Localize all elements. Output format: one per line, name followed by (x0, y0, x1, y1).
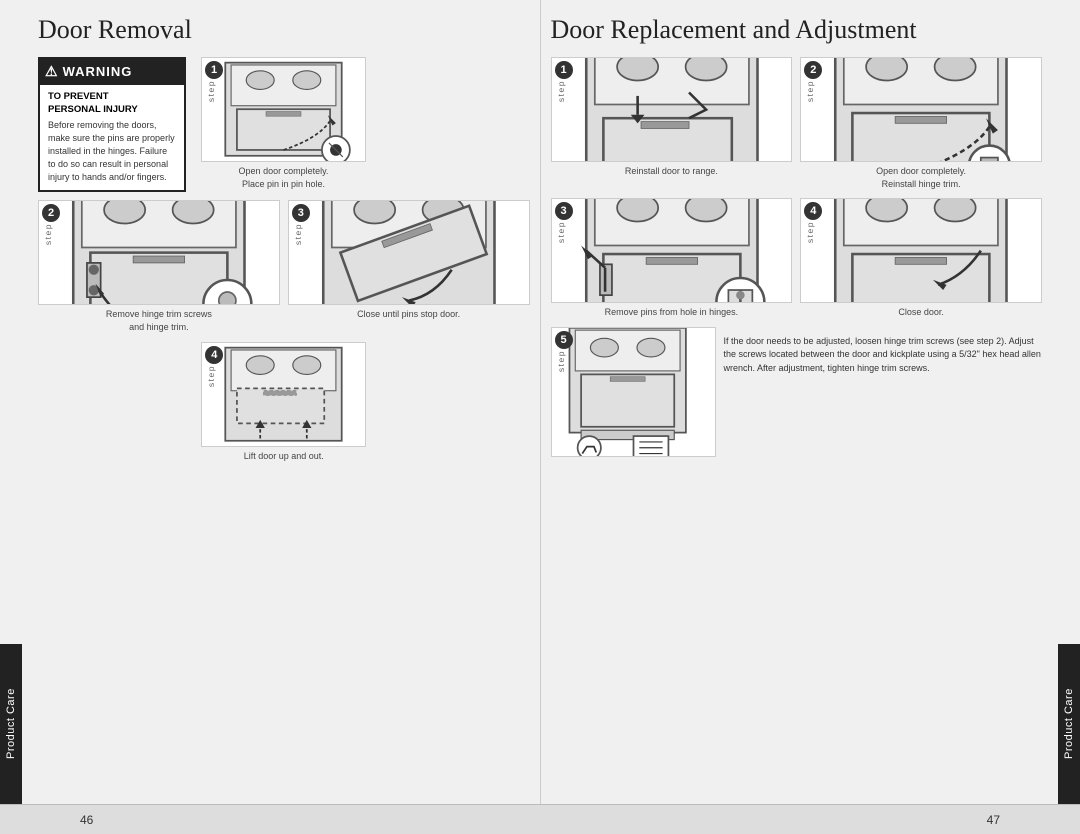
step-1-number: 1 (205, 61, 223, 79)
side-tab-left: Product Care (0, 644, 22, 804)
left-step-4-container: 4 step (38, 342, 530, 463)
r-step-1-illustration (552, 57, 792, 162)
left-step-1: 1 step (201, 57, 366, 192)
left-section: Door Removal ⚠ WARNING TO PREVENTPERSONA… (28, 0, 541, 804)
left-step-1-caption: Open door completely.Place pin in pin ho… (239, 165, 329, 190)
right-step-2-image: 2 step (800, 57, 1042, 162)
right-bottom-row: 5 step (551, 327, 1043, 457)
left-step-2: 2 step (38, 200, 280, 333)
right-step-1: 1 step (551, 57, 793, 190)
page-number-left: 46 (80, 813, 93, 827)
left-step-3-image: 3 step (288, 200, 530, 305)
right-step-4: 4 step (800, 198, 1042, 319)
step-1-illustration (202, 57, 365, 162)
right-step-4-image: 4 step (800, 198, 1042, 303)
right-step-1-caption: Reinstall door to range. (625, 165, 718, 178)
right-mid-grid: 3 step (551, 198, 1043, 319)
right-step-3-caption: Remove pins from hole in hinges. (605, 306, 739, 319)
warning-subheader: TO PREVENTPERSONAL INJURY (48, 90, 176, 117)
warning-box: ⚠ WARNING TO PREVENTPERSONAL INJURY Befo… (38, 57, 186, 192)
content-area: Door Removal ⚠ WARNING TO PREVENTPERSONA… (0, 0, 1080, 804)
right-step-4-caption: Close door. (898, 306, 944, 319)
left-step-1-image: 1 step (201, 57, 366, 162)
right-step-5-text: If the door needs to be adjusted, loosen… (724, 327, 1043, 457)
right-step-2: 2 step (800, 57, 1042, 190)
r-step-2-illustration (801, 57, 1041, 162)
page-container: Product Care Product Care Door Removal ⚠… (0, 0, 1080, 834)
step-1-vlabel: step (206, 80, 216, 102)
warning-header: ⚠ WARNING (40, 59, 184, 85)
warning-text: Before removing the doors, make sure the… (48, 119, 176, 184)
right-step-1-image: 1 step (551, 57, 793, 162)
left-step-3-caption: Close until pins stop door. (357, 308, 460, 321)
page-number-right: 47 (987, 813, 1000, 827)
right-step-5-image: 5 step (551, 327, 716, 457)
footer: 46 47 (0, 804, 1080, 834)
left-step-4-image: 4 step (201, 342, 366, 447)
right-step-3: 3 step (551, 198, 793, 319)
left-title: Door Removal (38, 15, 530, 45)
left-step-4-caption: Lift door up and out. (244, 450, 324, 463)
right-step-3-image: 3 step (551, 198, 793, 303)
r-step-5-number: 5 (555, 331, 573, 349)
side-tab-right: Product Care (1058, 644, 1080, 804)
right-section: Door Replacement and Adjustment 1 step (541, 0, 1053, 804)
r-step-4-illustration (801, 198, 1041, 303)
step-2-illustration (39, 200, 279, 305)
step-4-illustration (202, 342, 365, 447)
step-3-illustration (289, 200, 529, 305)
right-step-2-caption: Open door completely.Reinstall hinge tri… (876, 165, 966, 190)
right-step-5: 5 step (551, 327, 716, 457)
warning-icon: ⚠ (45, 62, 59, 82)
right-title: Door Replacement and Adjustment (551, 15, 1043, 45)
r-step-3-illustration (552, 198, 792, 303)
r-step-5-illustration (552, 327, 715, 457)
left-top-row: ⚠ WARNING TO PREVENTPERSONAL INJURY Befo… (38, 57, 530, 192)
r-step-1-number: 1 (555, 61, 573, 79)
left-step-2-caption: Remove hinge trim screwsand hinge trim. (106, 308, 212, 333)
right-top-grid: 1 step (551, 57, 1043, 190)
left-step-3: 3 step (288, 200, 530, 333)
r-step-3-number: 3 (555, 202, 573, 220)
left-step-2-image: 2 step (38, 200, 280, 305)
step-4-number: 4 (205, 346, 223, 364)
left-bottom-grid: 2 step (38, 200, 530, 333)
